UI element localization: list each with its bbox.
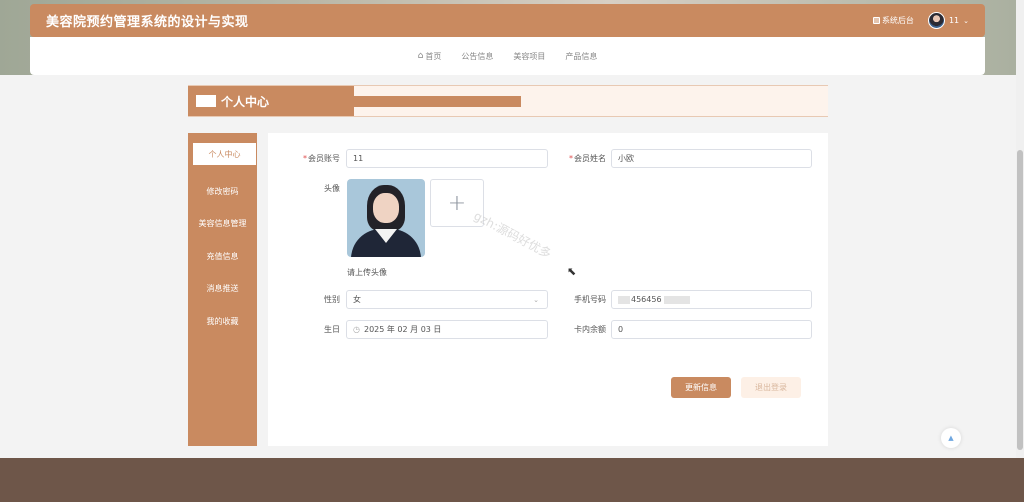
home-icon: ⌂ <box>417 51 424 61</box>
admin-link-label: 系统后台 <box>881 16 914 25</box>
nav-item-beauty-project[interactable]: 美容项目 <box>513 51 545 62</box>
main-nav: ⌂ 首页 公告信息 美容项目 产品信息 <box>30 37 985 75</box>
gender-select[interactable]: 女 ⌄ <box>346 290 548 309</box>
upload-tip: 请上传头像 <box>347 268 387 277</box>
footer <box>0 458 1024 502</box>
user-menu[interactable]: 11 ⌄ <box>927 12 969 29</box>
sidebar-item-change-password[interactable]: 修改密码 <box>188 175 257 208</box>
sidebar-item-recharge[interactable]: 充值信息 <box>188 240 257 273</box>
redacted-mask <box>663 295 690 304</box>
site-title: 美容院预约管理系统的设计与实现 <box>46 15 249 30</box>
sidebar-item-profile[interactable]: 个人中心 <box>191 143 256 165</box>
sidebar-item-messages[interactable]: 消息推送 <box>188 273 257 306</box>
account-label: *会员账号 <box>303 154 340 163</box>
name-field[interactable]: 小欧 <box>611 149 812 168</box>
birthday-picker[interactable]: ◷ 2025 年 02 月 03 日 <box>346 320 548 339</box>
banner-title: 个人中心 <box>221 94 270 109</box>
avatar-label: 头像 <box>324 184 340 193</box>
username: 11 <box>948 16 960 25</box>
account-field[interactable]: 11 <box>346 149 548 168</box>
chevron-down-icon: ⌄ <box>963 16 969 25</box>
phone-label: 手机号码 <box>574 295 606 304</box>
copy-icon <box>872 17 880 24</box>
admin-link[interactable]: 系统后台 <box>872 15 914 26</box>
balance-label: 卡内余额 <box>574 325 606 334</box>
nav-item-notice[interactable]: 公告信息 <box>461 51 493 62</box>
scroll-thumb[interactable] <box>1017 150 1023 450</box>
mouse-cursor-icon: ⬉ <box>567 265 577 278</box>
chevron-down-icon: ⌄ <box>533 295 539 304</box>
nav-item-product[interactable]: 产品信息 <box>565 51 597 62</box>
sidebar-item-beauty-info[interactable]: 美容信息管理 <box>188 208 257 241</box>
banner-decoration <box>196 95 216 107</box>
banner-title-block: 个人中心 <box>188 86 354 116</box>
sidebar-item-favorites[interactable]: 我的收藏 <box>188 305 257 338</box>
logout-button[interactable]: 退出登录 <box>741 377 801 398</box>
section-banner: 个人中心 <box>188 85 828 117</box>
profile-form-panel: *会员账号 11 *会员姓名 小欧 头像 + 请上传头像 性别 女 ⌄ 手机号码… <box>268 133 828 446</box>
top-header: 美容院预约管理系统的设计与实现 系统后台 11 ⌄ <box>30 4 985 37</box>
gender-label: 性别 <box>324 295 340 304</box>
user-avatar <box>927 12 945 29</box>
balance-field[interactable]: 0 <box>611 320 812 339</box>
phone-field[interactable]: 456456 <box>611 290 812 309</box>
redacted-mask <box>618 295 630 304</box>
caret-up-icon[interactable]: ▲ <box>941 428 961 448</box>
nav-item-home[interactable]: ⌂ 首页 <box>418 51 442 62</box>
birthday-label: 生日 <box>324 325 340 334</box>
page-scrollbar[interactable] <box>1016 0 1024 458</box>
avatar-image <box>347 179 425 257</box>
name-label: *会员姓名 <box>569 154 606 163</box>
clock-icon: ◷ <box>353 325 360 334</box>
sidebar: 个人中心 修改密码 美容信息管理 充值信息 消息推送 我的收藏 <box>188 133 257 446</box>
update-info-button[interactable]: 更新信息 <box>671 377 731 398</box>
banner-bar <box>354 96 521 107</box>
header-right: 系统后台 11 ⌄ <box>872 12 969 29</box>
